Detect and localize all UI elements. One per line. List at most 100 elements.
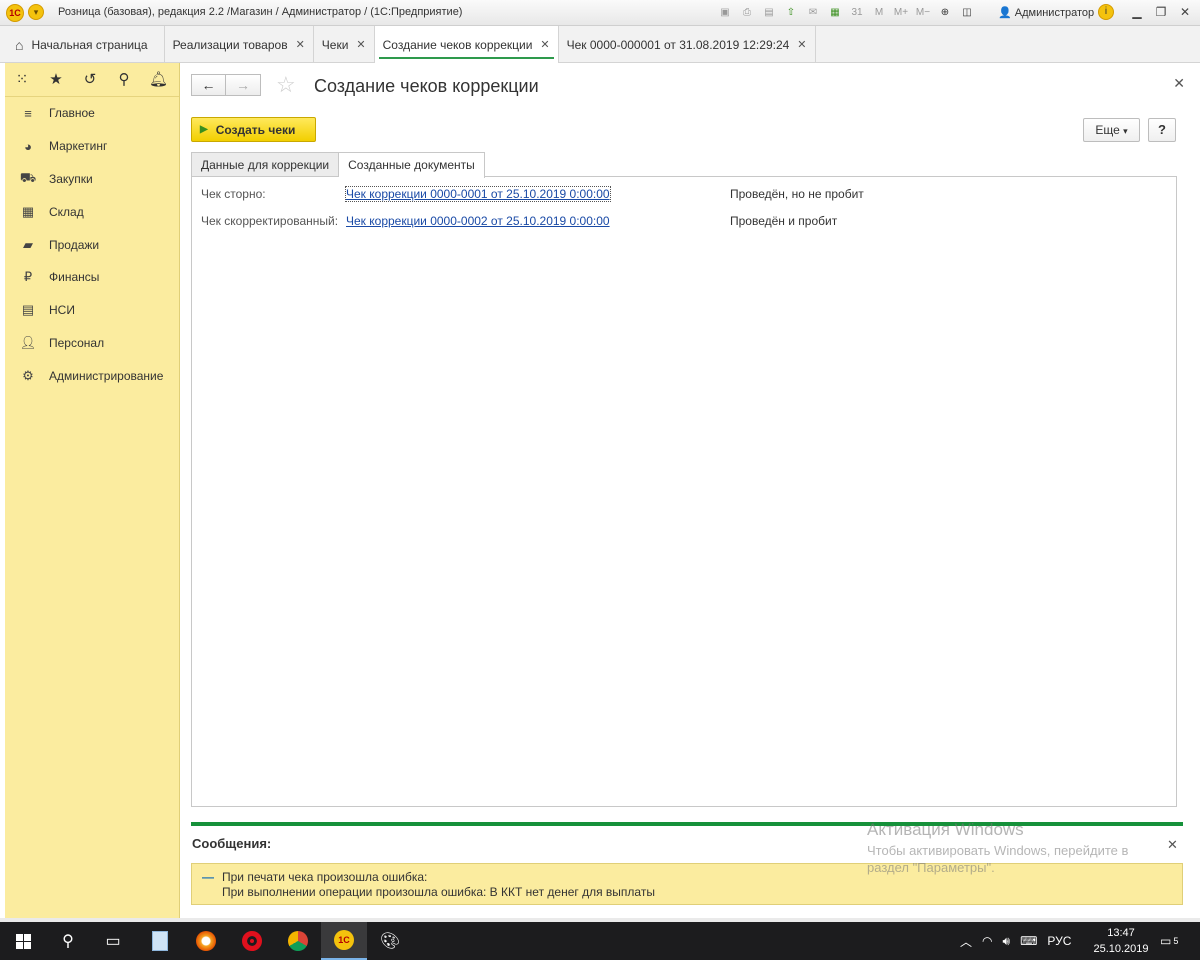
sidebar-item-label: Персонал bbox=[49, 335, 105, 350]
history-icon[interactable]: ↺ bbox=[81, 71, 99, 89]
task-view-icon[interactable]: ▭ bbox=[90, 922, 136, 960]
start-button[interactable] bbox=[0, 922, 46, 960]
corrected-receipt-link[interactable]: Чек коррекции 0000-0002 от 25.10.2019 0:… bbox=[346, 214, 610, 228]
reference-icon: ▤ bbox=[21, 302, 35, 318]
sidebar-item-label: Маркетинг bbox=[49, 139, 108, 154]
cart-icon: ⛟ bbox=[19, 169, 37, 185]
title-toolbar: ▣ ⎙ ▤ ⇧ ✉ ▦ 31 M M+ M− ⊕ ◫ bbox=[716, 4, 976, 21]
opera-app-icon[interactable] bbox=[229, 922, 275, 960]
chrome-app-icon[interactable] bbox=[275, 922, 321, 960]
paint-app-icon[interactable]: 🎨︎ bbox=[367, 922, 413, 960]
zoom-icon[interactable]: ⊕ bbox=[936, 4, 954, 21]
sidebar-item-label: Финансы bbox=[49, 270, 100, 285]
calculator-icon[interactable]: ▦ bbox=[826, 4, 844, 21]
sidebar-item-label: Закупки bbox=[49, 171, 93, 186]
window-title: Розница (базовая), редакция 2.2 /Магазин… bbox=[58, 6, 463, 18]
search-taskbar-icon[interactable]: ⚲ bbox=[45, 922, 91, 960]
windows-logo-icon bbox=[15, 933, 31, 949]
memory-button[interactable]: M bbox=[870, 4, 888, 21]
message-line-1: При печати чека произошла ошибка: bbox=[222, 870, 428, 884]
volume-icon[interactable]: 🔊︎ bbox=[1003, 934, 1011, 949]
browser-app-icon[interactable] bbox=[183, 922, 229, 960]
tab-correction-data[interactable]: Данные для коррекции bbox=[191, 152, 340, 177]
sidebar-item-warehouse[interactable]: ▦ Склад bbox=[5, 195, 179, 228]
main-menu-button[interactable]: ▾ bbox=[28, 4, 44, 20]
keyboard-icon[interactable]: ⌨ bbox=[1020, 934, 1037, 948]
clock-time: 13:47 bbox=[1107, 927, 1135, 939]
navigation-buttons: ← → bbox=[191, 74, 261, 96]
sidebar-item-administration[interactable]: ⚙ Администрирование bbox=[5, 359, 179, 392]
close-tab-icon[interactable]: ✕ bbox=[540, 38, 549, 51]
close-tab-icon[interactable]: ✕ bbox=[296, 38, 305, 51]
tab-receipts[interactable]: Чеки ✕ bbox=[314, 26, 375, 63]
storno-receipt-label: Чек сторно: bbox=[201, 187, 266, 201]
page-title: Создание чеков коррекции bbox=[314, 76, 539, 96]
tab-sales-realizations[interactable]: Реализации товаров ✕ bbox=[165, 26, 314, 63]
minimize-button[interactable]: ▁ bbox=[1128, 4, 1146, 20]
warehouse-icon: ▦ bbox=[21, 203, 35, 219]
chevron-up-icon[interactable]: ︿ bbox=[960, 933, 972, 950]
tab-receipt-document[interactable]: Чек 0000-000001 от 31.08.2019 12:29:24 ✕ bbox=[559, 26, 816, 63]
info-icon[interactable]: i bbox=[1098, 4, 1114, 20]
more-button[interactable]: Еще ▾ bbox=[1083, 118, 1140, 142]
favorite-star-icon[interactable]: ☆ bbox=[276, 74, 296, 96]
sidebar-item-marketing[interactable]: ◕ Маркетинг bbox=[5, 130, 179, 163]
memory-plus-button[interactable]: M+ bbox=[892, 4, 910, 21]
open-windows-tabs: ⌂ Начальная страница Реализации товаров … bbox=[0, 26, 1200, 63]
home-icon: ⌂ bbox=[15, 36, 24, 53]
back-arrow-icon[interactable]: ← bbox=[191, 74, 226, 96]
calendar-icon[interactable]: 31 bbox=[848, 4, 866, 21]
wifi-icon[interactable]: ◠ bbox=[982, 934, 992, 948]
help-button[interactable]: ? bbox=[1148, 118, 1176, 142]
close-tab-icon[interactable]: ✕ bbox=[797, 38, 806, 51]
windows-taskbar: ⚲ ▭ 1С 🎨︎ ︿ ◠ 🔊︎ ⌨ РУС 13:47 25.10.2019 … bbox=[0, 922, 1200, 960]
sidebar-item-personnel[interactable]: 👤︎ Персонал bbox=[5, 327, 179, 360]
corrected-receipt-label: Чек скорректированный: bbox=[201, 214, 339, 228]
calculator-app-icon[interactable] bbox=[137, 922, 183, 960]
title-bar: 1С ▾ Розница (базовая), редакция 2.2 /Ма… bbox=[0, 0, 1200, 26]
panel-icon[interactable]: ◫ bbox=[958, 4, 976, 21]
import-icon[interactable]: ⇧ bbox=[782, 4, 800, 21]
close-window-button[interactable]: ✕ bbox=[1176, 4, 1194, 20]
tab-created-documents[interactable]: Созданные документы bbox=[339, 152, 485, 178]
gear-icon: ⚙ bbox=[22, 367, 34, 383]
notifications-icon[interactable]: ▭ 5 bbox=[1160, 922, 1178, 960]
restore-button[interactable]: ❐ bbox=[1152, 4, 1170, 20]
create-receipts-button[interactable]: ▶ Создать чеки bbox=[191, 117, 316, 142]
search-icon[interactable]: ⚲ bbox=[115, 71, 133, 89]
export-icon[interactable]: ✉ bbox=[804, 4, 822, 21]
sidebar-item-finance[interactable]: ₽ Финансы bbox=[5, 261, 179, 294]
user-label: Администратор bbox=[1014, 7, 1095, 19]
close-form-icon[interactable]: ✕ bbox=[1173, 75, 1185, 92]
watermark-title: Активация Windows bbox=[867, 820, 1024, 839]
clock-date: 25.10.2019 bbox=[1093, 943, 1149, 955]
memory-minus-button[interactable]: M− bbox=[914, 4, 932, 21]
sidebar-item-purchases[interactable]: ⛟ Закупки bbox=[5, 163, 179, 196]
sidebar-item-reference[interactable]: ▤ НСИ bbox=[5, 294, 179, 327]
1c-app-icon[interactable]: 1С bbox=[321, 922, 367, 960]
user-name[interactable]: 👤 Администратор bbox=[998, 6, 1094, 19]
bell-icon[interactable]: 🔔︎ bbox=[149, 71, 168, 89]
sidebar-item-sales[interactable]: ▰ Продажи bbox=[5, 228, 179, 261]
windows-activation-watermark: Активация Windows Чтобы активировать Win… bbox=[867, 820, 1128, 875]
close-messages-icon[interactable]: ✕ bbox=[1167, 837, 1178, 853]
sidebar-item-label: Продажи bbox=[49, 237, 100, 252]
forward-arrow-icon[interactable]: → bbox=[226, 74, 261, 96]
tab-correction-receipts[interactable]: Создание чеков коррекции ✕ bbox=[374, 26, 559, 63]
favorites-star-icon[interactable]: ★ bbox=[47, 71, 65, 89]
tab-label: Начальная страница bbox=[31, 37, 148, 52]
sidebar-item-main[interactable]: ≡ Главное bbox=[5, 97, 179, 130]
storno-receipt-link[interactable]: Чек коррекции 0000-0001 от 25.10.2019 0:… bbox=[345, 186, 611, 202]
language-indicator[interactable]: РУС bbox=[1047, 934, 1071, 948]
1c-logo-icon[interactable]: 1С bbox=[6, 4, 24, 22]
tab-home[interactable]: ⌂ Начальная страница bbox=[5, 26, 165, 63]
close-tab-icon[interactable]: ✕ bbox=[356, 38, 365, 51]
notifications-count: 5 bbox=[1173, 936, 1179, 946]
print-icon[interactable]: ⎙ bbox=[738, 4, 756, 21]
preview-icon[interactable]: ▤ bbox=[760, 4, 778, 21]
save-icon[interactable]: ▣ bbox=[716, 4, 734, 21]
apps-grid-icon[interactable]: ⁙ bbox=[13, 71, 31, 89]
window-controls: ▁ ❐ ✕ bbox=[1128, 4, 1194, 20]
user-icon: 👤 bbox=[998, 7, 1012, 19]
clock[interactable]: 13:47 25.10.2019 bbox=[1088, 925, 1154, 957]
